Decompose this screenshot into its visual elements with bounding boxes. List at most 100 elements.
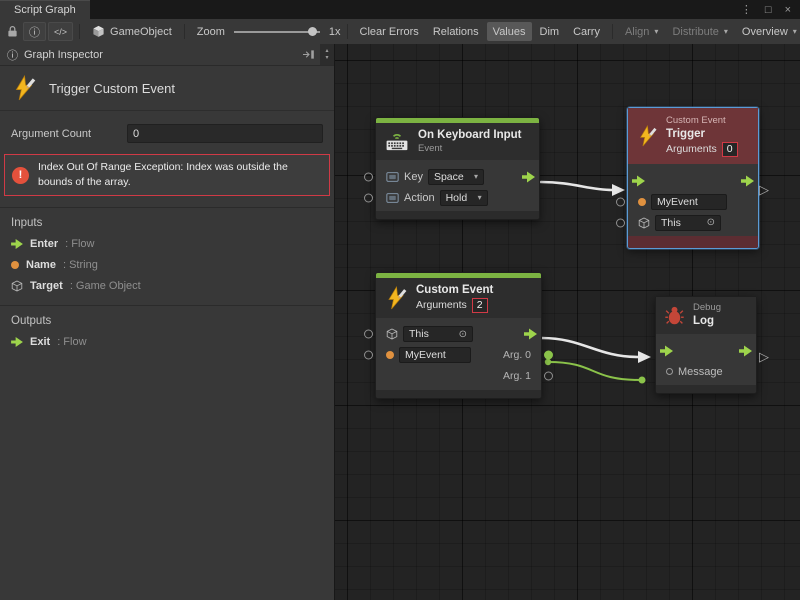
node-header: Custom Event Trigger Arguments 0 <box>628 108 758 164</box>
node-on-keyboard-input[interactable]: On Keyboard Input Event Key Space ▾ <box>375 117 540 220</box>
node-subtitle: Event <box>418 143 522 155</box>
port-type: : Game Object <box>70 280 141 292</box>
node-header: On Keyboard Input Event <box>376 123 539 160</box>
gameobject-cube-icon <box>386 328 398 340</box>
event-name-value: MyEvent <box>657 196 698 208</box>
maximize-icon[interactable]: □ <box>765 4 772 16</box>
arguments-label: Arguments <box>666 143 717 157</box>
scroll-up-icon[interactable]: ▴ <box>325 48 328 55</box>
target-dropdown[interactable]: This ⊙ <box>403 326 473 342</box>
arguments-label: Arguments <box>416 299 467 313</box>
scroll-down-icon[interactable]: ▾ <box>325 55 328 62</box>
port-item-name: Name : String <box>11 259 323 271</box>
string-port-icon <box>386 351 394 359</box>
graph-inspector-panel: ⓘ Graph Inspector ▴ ▾ Trigger Custom Eve… <box>0 44 335 600</box>
inspect-button[interactable]: ⓘ <box>23 22 46 41</box>
clear-errors-button[interactable]: Clear Errors <box>354 22 425 41</box>
arguments-count-badge[interactable]: 0 <box>722 142 738 157</box>
arg0-output-port[interactable] <box>544 351 553 360</box>
flow-output-port[interactable] <box>522 171 535 182</box>
node-footer <box>376 211 539 219</box>
flow-input-port[interactable] <box>632 175 645 186</box>
flow-input-port[interactable] <box>660 345 673 356</box>
panel-scroll-control[interactable]: ▴ ▾ <box>320 44 334 65</box>
code-view-button[interactable]: </> <box>48 22 73 41</box>
error-node-footer <box>628 236 758 248</box>
gameobject-cube-icon <box>638 217 650 229</box>
object-picker-icon[interactable]: ⊙ <box>459 329 467 340</box>
align-dropdown[interactable]: Align▾ <box>619 22 664 41</box>
distribute-dropdown[interactable]: Distribute▾ <box>666 22 733 41</box>
inputs-section: Inputs Enter : Flow Name : String Target… <box>0 208 334 294</box>
zoom-slider[interactable] <box>234 31 320 33</box>
wire-arrowhead <box>612 184 625 196</box>
tab-script-graph[interactable]: Script Graph <box>0 0 90 19</box>
string-port-icon <box>638 198 646 206</box>
close-icon[interactable]: × <box>785 4 791 16</box>
event-name-field[interactable]: MyEvent <box>399 347 471 363</box>
menu-icon[interactable]: ⋮ <box>741 3 752 16</box>
node-debug-log[interactable]: Debug Log Message <box>655 296 757 394</box>
arg0-label: Arg. 0 <box>503 349 531 361</box>
flow-output-port[interactable] <box>741 175 754 186</box>
overview-dropdown[interactable]: Overview▾ <box>736 22 800 41</box>
name-input-port[interactable] <box>616 197 625 206</box>
action-input-port[interactable] <box>364 193 373 202</box>
node-header: Debug Log <box>656 297 756 334</box>
key-row: Key Space ▾ <box>376 166 539 187</box>
arg1-output-port[interactable] <box>544 372 553 381</box>
key-label: Key <box>404 171 423 183</box>
graph-inspector-header: ⓘ Graph Inspector ▴ ▾ <box>0 44 334 66</box>
action-label: Action <box>404 192 435 204</box>
flow-output-port[interactable] <box>524 329 537 340</box>
lock-button[interactable] <box>4 22 21 41</box>
key-dropdown[interactable]: Space ▾ <box>428 169 484 185</box>
flow-arrow-icon <box>11 337 23 347</box>
port-item-exit: Exit : Flow <box>11 336 323 348</box>
name-input-port[interactable] <box>364 351 373 360</box>
carry-button[interactable]: Carry <box>567 22 606 41</box>
graph-inspector-title: Graph Inspector <box>24 49 103 61</box>
unit-title-text: Trigger Custom Event <box>49 81 175 96</box>
port-name: Exit <box>30 336 50 348</box>
key-input-port[interactable] <box>364 172 373 181</box>
graph-toolbar: ⓘ </> GameObject Zoom 1x Clear Errors Re… <box>0 19 800 45</box>
node-custom-event[interactable]: Custom Event Arguments 2 This ⊙ <box>375 272 542 399</box>
object-picker-icon[interactable]: ⊙ <box>707 217 715 228</box>
port-type: : Flow <box>57 336 86 348</box>
node-body: This ⊙ MyEvent Arg. 0 Arg. 1 <box>376 318 541 390</box>
port-item-target: Target : Game Object <box>11 280 323 292</box>
zoom-value: 1x <box>329 26 341 38</box>
node-trigger-custom-event[interactable]: Custom Event Trigger Arguments 0 <box>627 107 759 249</box>
target-input-port[interactable] <box>616 218 625 227</box>
relations-button[interactable]: Relations <box>427 22 485 41</box>
event-name-field[interactable]: MyEvent <box>651 194 727 210</box>
argument-count-input[interactable] <box>127 124 323 143</box>
port-name: Name <box>26 259 56 271</box>
zoom-label: Zoom <box>191 22 225 41</box>
arguments-count-badge[interactable]: 2 <box>472 298 488 313</box>
dim-button[interactable]: Dim <box>534 22 566 41</box>
wire-event-to-debug <box>542 338 638 357</box>
node-body: Message <box>656 334 756 385</box>
custom-event-bolt-icon <box>11 75 37 101</box>
info-icon: ⓘ <box>29 24 40 40</box>
flow-output-port[interactable] <box>739 345 752 356</box>
key-type-icon <box>386 193 399 203</box>
message-port-icon[interactable] <box>666 368 673 375</box>
arg1-row: Arg. 1 <box>376 366 541 387</box>
target-dropdown[interactable]: This ⊙ <box>655 215 721 231</box>
dock-panel-icon[interactable] <box>302 49 315 60</box>
action-dropdown[interactable]: Hold ▾ <box>440 190 488 206</box>
action-row: Action Hold ▾ <box>376 187 539 208</box>
graph-continuation-caret: ▷ <box>759 349 769 365</box>
gameobject-selector[interactable]: GameObject <box>86 22 178 41</box>
argument-count-label: Argument Count <box>11 128 127 140</box>
target-input-port[interactable] <box>364 330 373 339</box>
gameobject-cube-icon <box>11 280 23 292</box>
graph-canvas[interactable]: On Keyboard Input Event Key Space ▾ <box>335 44 800 600</box>
zoom-slider-knob[interactable] <box>308 27 317 36</box>
toolbar-separator <box>79 24 80 39</box>
chevron-down-icon: ▾ <box>654 27 658 36</box>
values-button[interactable]: Values <box>487 22 532 41</box>
